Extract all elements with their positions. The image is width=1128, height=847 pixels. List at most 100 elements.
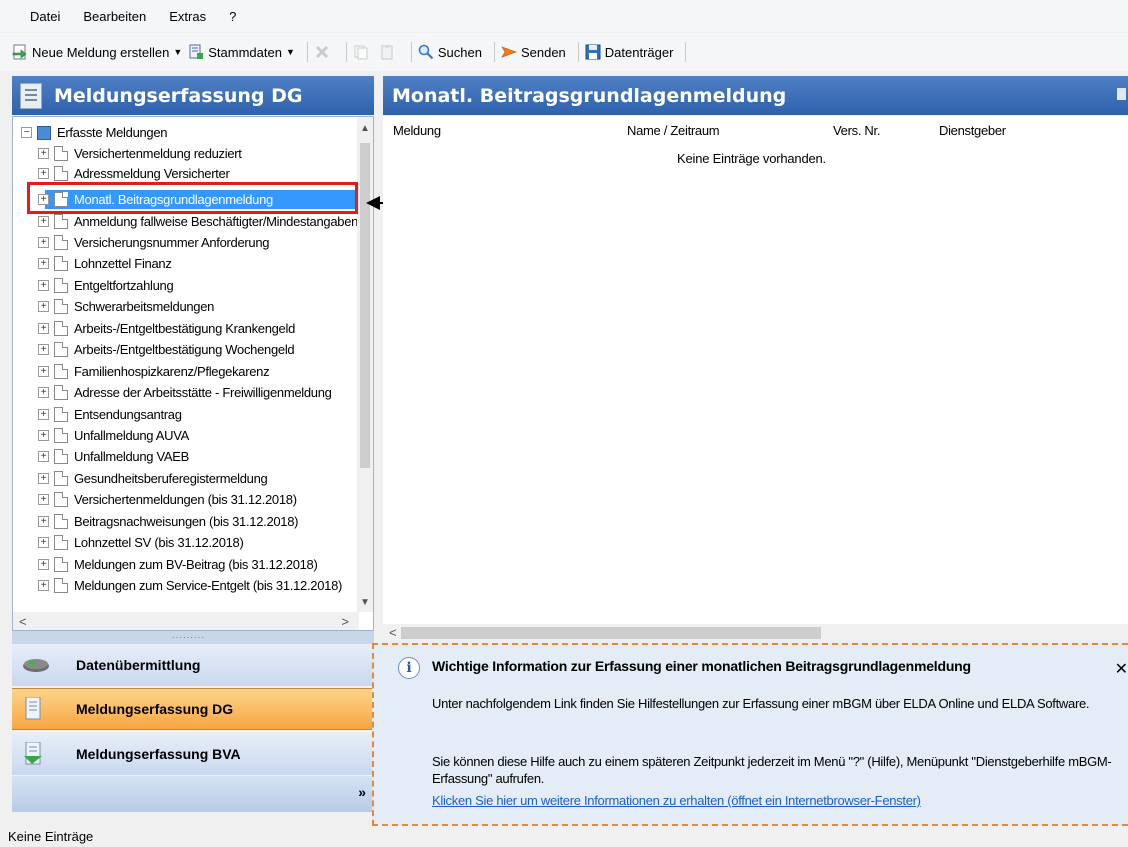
chevron-double-right-icon[interactable]: » (358, 784, 366, 800)
tree-vertical-scrollbar[interactable]: ▲ ▼ (357, 117, 373, 612)
menu-bearbeiten[interactable]: Bearbeiten (83, 9, 146, 24)
column-header-vers-nr[interactable]: Vers. Nr. (833, 123, 880, 138)
expand-icon[interactable]: + (38, 580, 49, 591)
scrollbar-thumb[interactable] (401, 627, 821, 639)
tree-item-label: Lohnzettel Finanz (74, 256, 172, 271)
expand-icon[interactable]: + (38, 473, 49, 484)
media-button[interactable]: Datenträger (585, 44, 673, 60)
document-icon (54, 407, 68, 422)
tree-item-label: Meldungen zum BV-Beitrag (bis 31.12.2018… (74, 557, 318, 572)
tree-item[interactable]: + Unfallmeldung AUVA (38, 426, 189, 445)
expand-icon[interactable]: + (38, 516, 49, 527)
tree-item[interactable]: + Unfallmeldung VAEB (38, 447, 189, 466)
menu-datei[interactable]: Datei (30, 9, 60, 24)
chevron-down-icon[interactable]: ▼ (173, 47, 182, 57)
tree-item[interactable]: + Arbeits-/Entgeltbestätigung Krankengeld (38, 319, 295, 338)
list-horizontal-scrollbar[interactable]: < (383, 624, 1128, 642)
nav-meldungserfassung-dg[interactable]: Meldungserfassung DG (12, 688, 374, 730)
tree-item-label: Unfallmeldung VAEB (74, 449, 190, 464)
expand-icon[interactable]: + (38, 409, 49, 420)
expand-icon[interactable]: + (38, 559, 49, 570)
expand-icon[interactable]: + (38, 148, 49, 159)
tree-item-label: Entsendungsantrag (74, 407, 182, 422)
master-data-button[interactable]: Stammdaten ▼ (188, 44, 295, 60)
tree-item[interactable]: + Arbeits-/Entgeltbestätigung Wochengeld (38, 340, 295, 359)
scroll-up-icon[interactable]: ▲ (360, 123, 370, 134)
expand-icon[interactable]: + (38, 168, 49, 179)
expand-icon[interactable]: + (38, 430, 49, 441)
expand-icon[interactable]: + (38, 451, 49, 462)
magnifier-icon (418, 44, 434, 60)
tree-item[interactable]: + Lohnzettel SV (bis 31.12.2018) (38, 533, 244, 552)
tree-horizontal-scrollbar[interactable]: < > (13, 612, 359, 630)
tree-item[interactable]: + Versicherungsnummer Anforderung (38, 233, 270, 252)
scrollbar-thumb[interactable] (360, 143, 370, 468)
chevron-down-icon[interactable]: ▼ (286, 47, 295, 57)
send-label: Senden (520, 44, 566, 60)
info-paragraph-2: Sie können diese Hilfe auch zu einem spä… (432, 754, 1112, 786)
panel-splitter[interactable]: ········· (12, 631, 374, 644)
search-label: Suchen (437, 44, 482, 60)
tree-item[interactable]: + Versichertenmeldungen (bis 31.12.2018) (38, 490, 297, 509)
expand-icon[interactable]: + (38, 301, 49, 312)
expand-icon[interactable]: + (38, 323, 49, 334)
more-info-link[interactable]: Klicken Sie hier um weitere Informatione… (432, 793, 921, 808)
tree-item[interactable]: + Familienhospizkarenz/Pflegekarenz (38, 362, 270, 381)
highlight-box (27, 182, 358, 214)
scroll-left-icon[interactable]: < (19, 614, 27, 629)
paste-button[interactable] (379, 44, 399, 60)
expand-icon[interactable]: + (38, 344, 49, 355)
new-report-label: Neue Meldung erstellen (32, 44, 170, 60)
document-icon (54, 492, 68, 507)
expand-icon[interactable]: + (38, 366, 49, 377)
tree-item[interactable]: + Entgeltfortzahlung (38, 276, 174, 295)
tree-item[interactable]: + Beitragsnachweisungen (bis 31.12.2018) (38, 512, 299, 531)
tree-item[interactable]: + Gesundheitsberuferegistermeldung (38, 469, 268, 488)
send-button[interactable]: Senden (501, 44, 566, 60)
scroll-down-icon[interactable]: ▼ (360, 597, 370, 608)
tree-item[interactable]: + Schwerarbeitsmeldungen (38, 297, 214, 316)
menu-extras[interactable]: Extras (169, 9, 206, 24)
close-icon[interactable]: ✕ (1115, 659, 1128, 679)
toolbar-separator (685, 42, 687, 62)
pin-icon[interactable] (1117, 88, 1126, 100)
column-header-name-zeitraum[interactable]: Name / Zeitraum (627, 123, 720, 138)
tree-root[interactable]: − Erfasste Meldungen (21, 123, 168, 142)
expand-icon[interactable]: + (38, 216, 49, 227)
expand-icon[interactable]: + (38, 387, 49, 398)
tree-item[interactable]: + Lohnzettel Finanz (38, 254, 172, 273)
nav-meldungserfassung-bva[interactable]: Meldungserfassung BVA (12, 733, 374, 775)
tree-item[interactable]: + Adressmeldung Versicherter (38, 164, 230, 183)
tree-item[interactable]: + Versichertenmeldung reduziert (38, 144, 242, 163)
tree-item-label: Arbeits-/Entgeltbestätigung Krankengeld (74, 321, 296, 336)
document-icon (54, 385, 68, 400)
expand-icon[interactable]: + (38, 537, 49, 548)
expand-icon[interactable]: + (38, 258, 49, 269)
empty-list-message: Keine Einträge vorhanden. (677, 151, 826, 166)
expand-icon[interactable]: + (38, 280, 49, 291)
right-panel-header: Monatl. Beitragsgrundlagenmeldung (383, 76, 1128, 115)
tree-item-label: Adressmeldung Versicherter (74, 166, 230, 181)
tree-item[interactable]: + Adresse der Arbeitsstätte - Freiwillige… (38, 383, 332, 402)
copy-button[interactable] (353, 44, 373, 60)
scroll-right-icon[interactable]: > (341, 614, 349, 629)
right-panel-title: Monatl. Beitragsgrundlagenmeldung (392, 84, 787, 107)
tree-item[interactable]: + Anmeldung fallweise Beschäftigter/Minde… (38, 212, 359, 231)
expand-icon[interactable]: + (38, 494, 49, 505)
scroll-left-icon[interactable]: < (389, 625, 397, 640)
column-header-dienstgeber[interactable]: Dienstgeber (939, 123, 1006, 138)
nav-datenuebermittlung[interactable]: Datenübermittlung (12, 644, 374, 686)
tree-item-label: Gesundheitsberuferegistermeldung (74, 471, 268, 486)
search-button[interactable]: Suchen (418, 44, 482, 60)
collapse-icon[interactable]: − (21, 127, 32, 138)
column-header-meldung[interactable]: Meldung (393, 123, 441, 138)
tree-item[interactable]: + Entsendungsantrag (38, 405, 182, 424)
tree-item[interactable]: + Meldungen zum Service-Entgelt (bis 31.1… (38, 576, 342, 595)
document-icon (54, 256, 68, 271)
new-report-button[interactable]: Neue Meldung erstellen ▼ (12, 44, 182, 60)
delete-button[interactable] (314, 44, 334, 60)
document-icon (54, 342, 68, 357)
menu-help[interactable]: ? (229, 9, 236, 24)
tree-item[interactable]: + Meldungen zum BV-Beitrag (bis 31.12.201… (38, 555, 318, 574)
expand-icon[interactable]: + (38, 237, 49, 248)
